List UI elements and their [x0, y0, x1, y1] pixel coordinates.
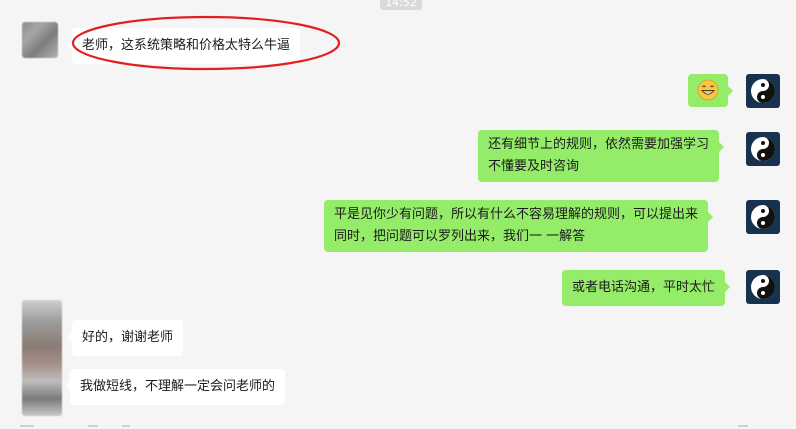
red-annotation-circle	[71, 15, 341, 71]
message-bubble-outgoing[interactable]: 平是见你少有问题，所以有什么不容易理解的规则，可以提出来 同时，把问题可以罗列出…	[324, 200, 714, 252]
yin-yang-icon	[751, 275, 775, 299]
message-text-line: 同时，把问题可以罗列出来，我们一 一解答	[334, 229, 586, 244]
self-avatar[interactable]	[746, 74, 780, 108]
self-avatar[interactable]	[746, 132, 780, 166]
message-text: 或者电话沟通，平时太忙	[572, 280, 716, 295]
yin-yang-icon	[751, 137, 775, 161]
message-bubble-outgoing[interactable]: 或者电话沟通，平时太忙	[562, 270, 731, 306]
message-text-line: 平是见你少有问题，所以有什么不容易理解的规则，可以提出来	[334, 207, 699, 222]
grinning-face-emoji-icon	[697, 79, 719, 101]
message-text: 我做短线，不理解一定会问老师的	[80, 379, 276, 394]
message-text: 好的，谢谢老师	[82, 330, 174, 345]
contact-avatar[interactable]	[22, 22, 58, 58]
yin-yang-icon	[751, 79, 775, 103]
message-bubble-incoming[interactable]: 我做短线，不理解一定会问老师的	[64, 369, 286, 405]
message-bubble-incoming[interactable]: 好的，谢谢老师	[66, 320, 184, 356]
message-bubble-outgoing-emoji[interactable]	[688, 74, 733, 107]
toolbar-divider	[122, 425, 130, 427]
toolbar-divider	[20, 425, 34, 427]
message-bubble-outgoing[interactable]: 还有细节上的规则，依然需要加强学习 不懂要及时咨询	[478, 130, 725, 182]
contact-avatar[interactable]	[22, 300, 62, 416]
message-text-line: 不懂要及时咨询	[488, 159, 580, 174]
self-avatar[interactable]	[746, 200, 780, 234]
toolbar-divider	[738, 425, 748, 427]
yin-yang-icon	[751, 205, 775, 229]
toolbar-divider	[88, 425, 98, 427]
message-text-line: 还有细节上的规则，依然需要加强学习	[488, 137, 710, 152]
timestamp-pill: 14:52	[380, 0, 422, 10]
input-area-edge	[0, 418, 796, 429]
self-avatar[interactable]	[746, 270, 780, 304]
